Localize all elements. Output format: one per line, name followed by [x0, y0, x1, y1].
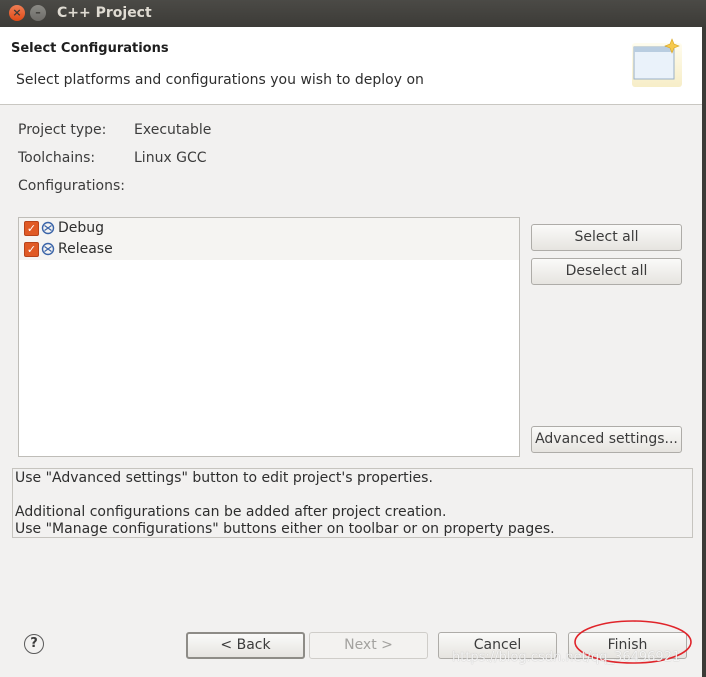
next-button[interactable]: Next > [309, 632, 428, 659]
watermark: https://blog.csdn.net/qq_36496921 [452, 650, 681, 665]
project-type-label: Project type: [18, 122, 107, 138]
wizard-header: Select Configurations Select platforms a… [0, 27, 706, 105]
help-icon[interactable]: ? [24, 634, 44, 654]
page-description: Select platforms and configurations you … [16, 72, 424, 88]
deselect-all-button[interactable]: Deselect all [531, 258, 682, 285]
info-line-manage: Use "Manage configurations" buttons eith… [15, 521, 555, 537]
select-all-button[interactable]: Select all [531, 224, 682, 251]
page-title: Select Configurations [11, 41, 169, 56]
configuration-label-release: Release [58, 241, 113, 257]
list-item[interactable]: ✓ Release [19, 239, 519, 260]
configuration-label-debug: Debug [58, 220, 105, 236]
info-line-advanced: Use "Advanced settings" button to edit p… [15, 470, 433, 486]
configuration-icon [41, 242, 55, 256]
close-icon[interactable]: × [9, 5, 25, 21]
toolchains-label: Toolchains: [18, 150, 96, 166]
info-line-additional: Additional configurations can be added a… [15, 504, 447, 520]
info-panel: Use "Advanced settings" button to edit p… [12, 468, 693, 538]
list-item[interactable]: ✓ Debug [19, 218, 519, 239]
minimize-icon[interactable]: – [30, 5, 46, 21]
window-border [702, 27, 706, 677]
configurations-list[interactable]: ✓ Debug ✓ Release [18, 217, 520, 457]
project-type-value: Executable [134, 122, 212, 138]
window-titlebar: × – C++ Project [0, 0, 706, 27]
configuration-icon [41, 221, 55, 235]
wizard-banner-icon [632, 38, 682, 87]
release-checkbox[interactable]: ✓ [24, 242, 39, 257]
toolchains-value: Linux GCC [134, 150, 207, 166]
window-title: C++ Project [57, 5, 152, 21]
configurations-label: Configurations: [18, 178, 125, 194]
advanced-settings-button[interactable]: Advanced settings... [531, 426, 682, 453]
debug-checkbox[interactable]: ✓ [24, 221, 39, 236]
back-button[interactable]: < Back [186, 632, 305, 659]
